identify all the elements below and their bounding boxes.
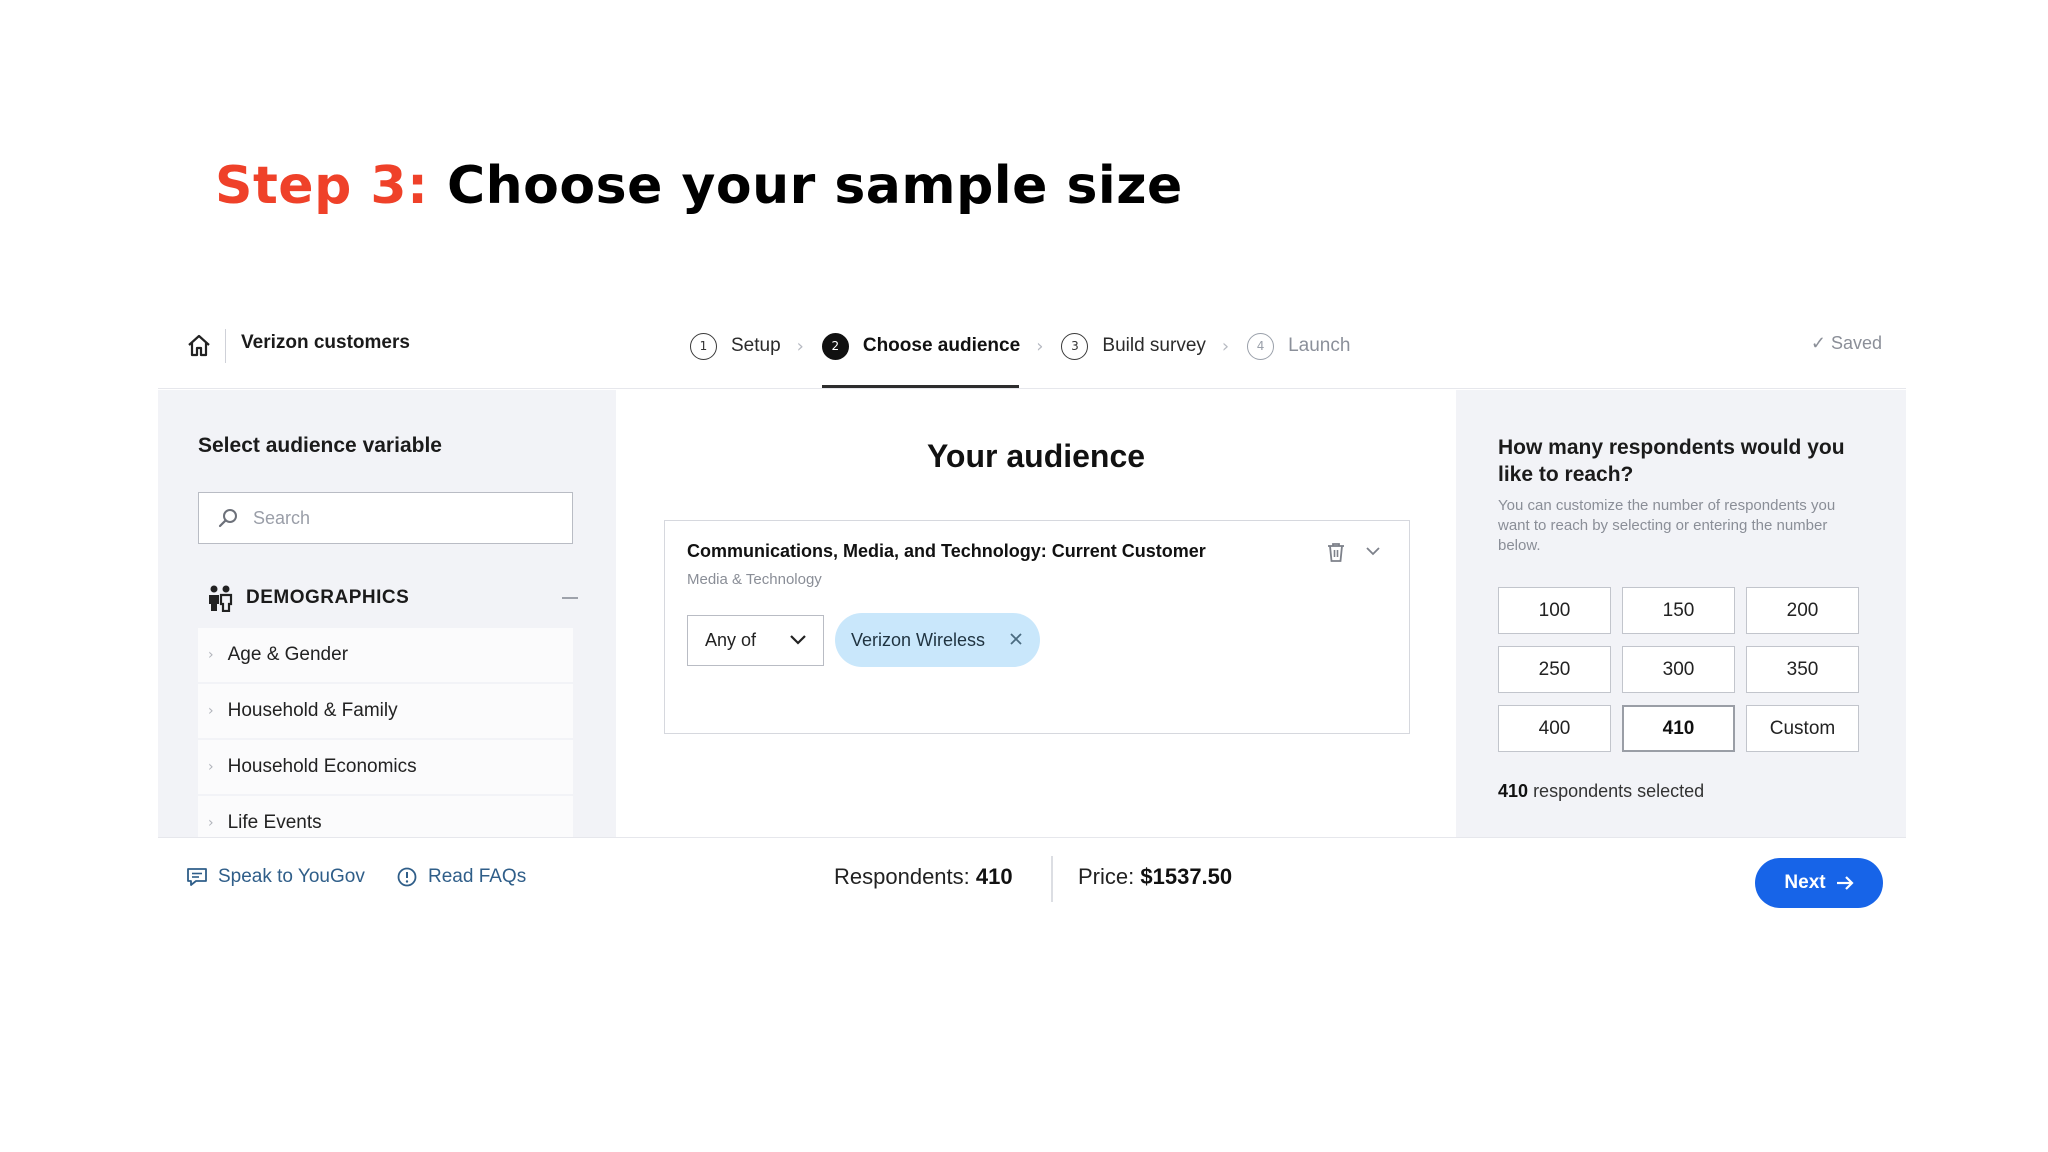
faq-label: Read FAQs	[428, 866, 527, 887]
home-icon[interactable]	[186, 333, 212, 359]
chevron-right-icon: ›	[208, 647, 214, 663]
list-item[interactable]: › Household Economics	[198, 740, 573, 794]
sample-size-grid: 100 150 200 250 300 350 400 410 Custom	[1498, 587, 1859, 752]
header-divider	[225, 329, 226, 363]
respondents-description: You can customize the number of responde…	[1498, 497, 1836, 554]
step-number-3: 3	[1061, 332, 1089, 360]
sample-size-option[interactable]: 250	[1498, 646, 1611, 693]
audience-criteria-card: Communications, Media, and Technology: C…	[664, 520, 1410, 734]
operator-select[interactable]: Any of	[687, 615, 824, 666]
trash-icon[interactable]	[1325, 541, 1347, 563]
chevron-down-icon	[790, 635, 806, 645]
operator-value: Any of	[705, 630, 757, 650]
panel-heading: Select audience variable	[198, 434, 442, 457]
step-label-setup: Setup	[731, 335, 781, 356]
sample-size-option[interactable]: 350	[1746, 646, 1859, 693]
step-number-1: 1	[690, 332, 717, 360]
list-item[interactable]: › Life Events	[198, 796, 573, 837]
step-label-choose-audience: Choose audience	[862, 335, 1021, 356]
respondents-heading: How many respondents would you like to r…	[1498, 436, 1845, 486]
list-item-label: Household & Family	[227, 700, 398, 721]
selected-count-value: 410	[1498, 781, 1529, 801]
step-label-build-survey: Build survey	[1102, 335, 1206, 356]
your-audience-panel: Your audience Communications, Media, and…	[616, 390, 1456, 837]
respondents-value: 410	[975, 864, 1013, 889]
active-step-underline	[821, 385, 1019, 388]
chevron-right-icon: ›	[208, 815, 214, 831]
audience-heading: Your audience	[926, 438, 1146, 474]
selected-count: 410 respondents selected	[1498, 781, 1704, 802]
saved-label: Saved	[1830, 333, 1882, 353]
category-list: › Age & Gender › Household & Family › Ho…	[198, 628, 573, 837]
stepper: 1 Setup › 2 Choose audience › 3 Build su…	[690, 327, 1350, 388]
criteria-title: Communications, Media, and Technology: C…	[687, 541, 1206, 561]
price-label: Price:	[1078, 864, 1135, 889]
audience-variable-panel: Select audience variable DEMOGRAPHICS › …	[158, 390, 616, 837]
close-icon[interactable]	[1006, 629, 1026, 649]
price-summary: Price: $1537.50	[1078, 864, 1232, 890]
collapse-icon[interactable]	[562, 597, 578, 599]
read-faqs-link[interactable]: Read FAQs	[396, 866, 526, 888]
step-number-4: 4	[1247, 332, 1275, 360]
search-input[interactable]	[253, 507, 543, 529]
step-number-2: 2	[821, 332, 849, 360]
check-icon: ✓	[1810, 333, 1826, 353]
people-icon	[209, 585, 233, 612]
respondents-panel: How many respondents would you like to r…	[1456, 390, 1906, 837]
footer-bar: Speak to YouGov Read FAQs Respondents: 4…	[158, 837, 1906, 915]
list-item-label: Life Events	[227, 812, 322, 833]
step-build-survey[interactable]: 3 Build survey	[1061, 327, 1206, 365]
selected-value-chip[interactable]: Verizon Wireless	[835, 613, 1040, 667]
step-label-launch: Launch	[1288, 335, 1351, 356]
search-icon	[218, 509, 237, 528]
chevron-right-icon: ›	[1221, 335, 1230, 357]
app-window: Verizon customers 1 Setup › 2 Choose aud…	[158, 315, 1906, 915]
saved-status: ✓ Saved	[1811, 333, 1882, 354]
respondents-label: Respondents:	[834, 864, 970, 889]
sample-size-option-selected[interactable]: 410	[1622, 705, 1735, 752]
selected-count-suffix: respondents selected	[1533, 781, 1705, 801]
next-label: Next	[1784, 872, 1826, 893]
speak-label: Speak to YouGov	[218, 866, 365, 887]
step-prefix: Step 3:	[215, 156, 429, 216]
sample-size-option[interactable]: 100	[1498, 587, 1611, 634]
next-button[interactable]: Next	[1755, 858, 1883, 908]
step-choose-audience[interactable]: 2 Choose audience	[821, 327, 1021, 388]
list-item[interactable]: › Household & Family	[198, 684, 573, 738]
step-launch[interactable]: 4 Launch	[1247, 327, 1350, 365]
top-bar: Verizon customers 1 Setup › 2 Choose aud…	[158, 315, 1906, 389]
chevron-right-icon: ›	[796, 335, 804, 357]
chevron-right-icon: ›	[1036, 335, 1044, 357]
info-icon	[397, 867, 417, 887]
chevron-down-icon[interactable]	[1363, 541, 1383, 561]
sample-size-option[interactable]: 300	[1622, 646, 1735, 693]
step-setup[interactable]: 1 Setup	[690, 327, 781, 365]
sample-size-option[interactable]: 150	[1622, 587, 1735, 634]
step-title: Choose your sample size	[447, 156, 1183, 216]
list-item-label: Household Economics	[227, 756, 417, 777]
arrow-right-icon	[1836, 876, 1854, 890]
price-value: $1537.50	[1140, 864, 1233, 889]
respondents-summary: Respondents: 410	[834, 864, 1013, 890]
speak-to-yougov-link[interactable]: Speak to YouGov	[186, 866, 365, 888]
sample-size-option[interactable]: 400	[1498, 705, 1611, 752]
chat-icon	[187, 868, 207, 886]
project-title[interactable]: Verizon customers	[241, 332, 410, 354]
search-box[interactable]	[198, 492, 573, 544]
custom-size-button[interactable]: Custom	[1746, 705, 1859, 752]
slide-title: Step 3: Choose your sample size	[215, 156, 1183, 216]
sample-size-option[interactable]: 200	[1746, 587, 1859, 634]
chip-label: Verizon Wireless	[851, 629, 986, 650]
category-label: DEMOGRAPHICS	[246, 587, 410, 608]
list-item[interactable]: › Age & Gender	[198, 628, 573, 682]
chevron-right-icon: ›	[208, 759, 214, 775]
footer-divider	[1051, 856, 1053, 902]
demographics-category[interactable]: DEMOGRAPHICS	[206, 584, 578, 612]
chevron-right-icon: ›	[208, 703, 214, 719]
criteria-subtitle: Media & Technology	[687, 571, 822, 588]
list-item-label: Age & Gender	[227, 644, 349, 665]
